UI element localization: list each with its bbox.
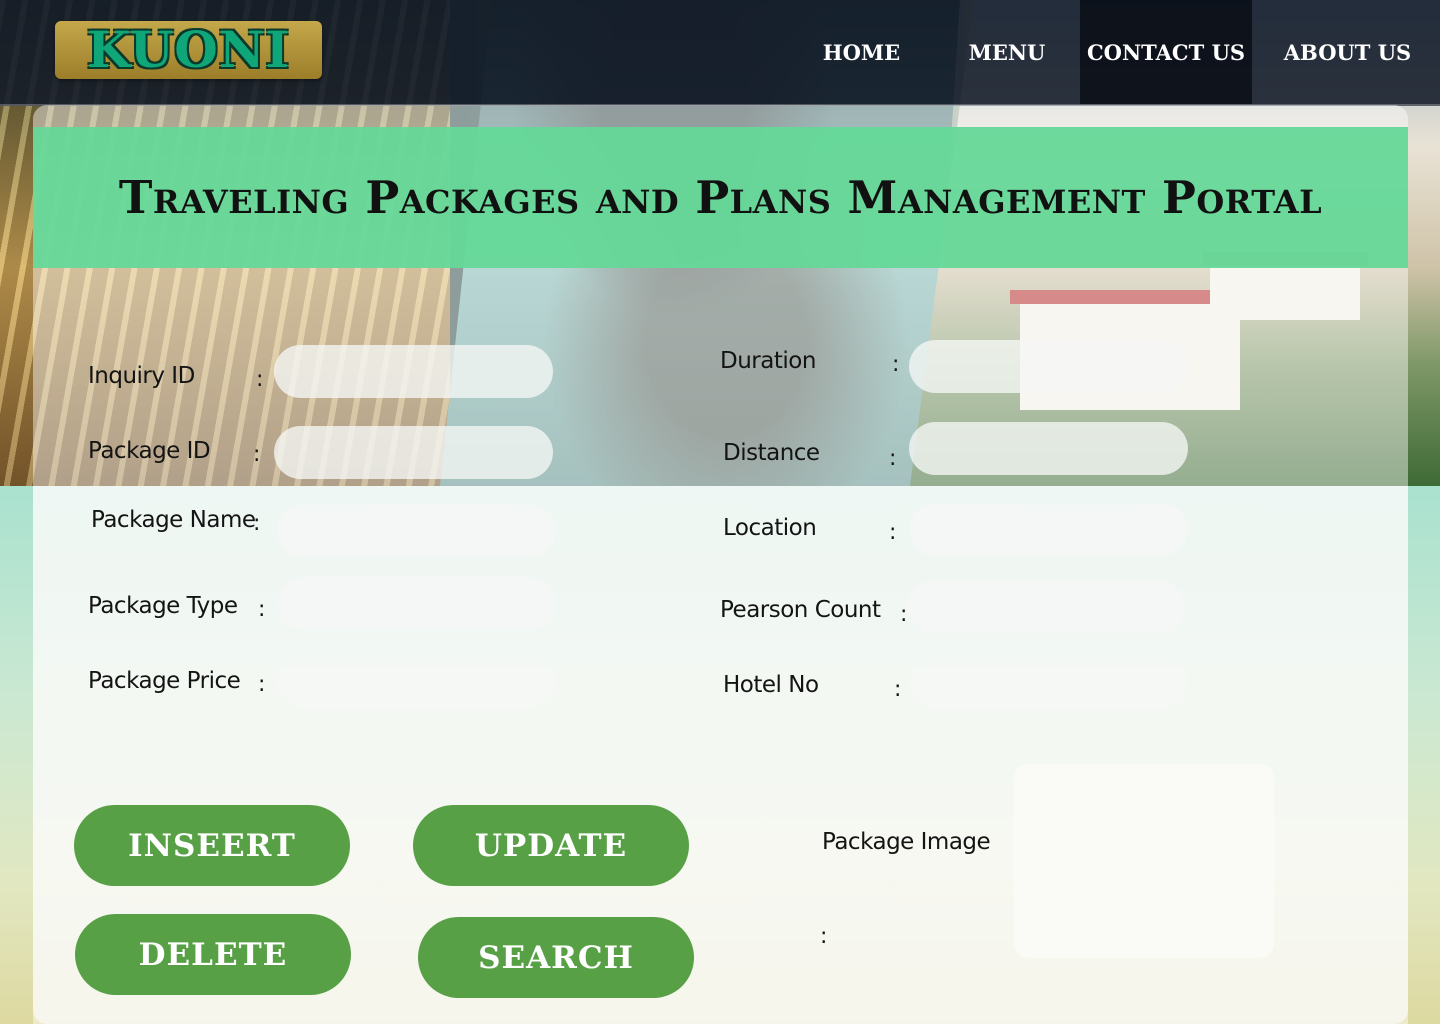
logo-text: KUONI	[87, 20, 290, 79]
nav-about-link[interactable]: ABOUT US	[1270, 0, 1425, 104]
pearson-count-input[interactable]	[906, 581, 1185, 634]
search-button[interactable]: SEARCH	[418, 917, 694, 998]
hotel-no-input[interactable]	[909, 656, 1188, 709]
package-id-label: Package ID	[88, 438, 211, 464]
inquiry-id-label: Inquiry ID	[88, 363, 195, 389]
duration-colon: :	[892, 352, 900, 377]
pearson-count-label: Pearson Count	[720, 597, 881, 623]
package-type-colon: :	[258, 597, 266, 622]
package-id-input[interactable]	[274, 426, 553, 479]
nav-home-link[interactable]: HOME	[800, 0, 923, 104]
inquiry-id-input[interactable]	[274, 345, 553, 398]
duration-input[interactable]	[909, 340, 1188, 393]
package-id-colon: :	[253, 442, 261, 467]
hotel-no-colon: :	[894, 677, 902, 702]
package-type-input[interactable]	[277, 577, 556, 630]
duration-label: Duration	[720, 348, 816, 374]
update-button[interactable]: UPDATE	[413, 805, 689, 886]
nav-contact-link[interactable]: CONTACT US	[1080, 0, 1252, 104]
hotel-no-label: Hotel No	[723, 672, 819, 698]
page-title: Traveling Packages and Plans Management …	[118, 171, 1323, 224]
insert-button[interactable]: INSEERT	[74, 805, 350, 886]
package-name-colon: :	[253, 511, 261, 536]
nav-menu-link[interactable]: MENU	[945, 0, 1069, 104]
location-colon: :	[889, 520, 897, 545]
location-input[interactable]	[909, 503, 1188, 556]
title-banner: Traveling Packages and Plans Management …	[33, 127, 1408, 268]
package-image-colon: :	[820, 924, 828, 949]
package-price-colon: :	[258, 672, 266, 697]
location-label: Location	[723, 515, 817, 541]
package-name-input[interactable]	[277, 504, 556, 557]
distance-colon: :	[889, 446, 897, 471]
package-image-upload[interactable]	[1014, 764, 1274, 958]
distance-input[interactable]	[909, 422, 1188, 475]
package-price-input[interactable]	[277, 656, 556, 709]
distance-label: Distance	[723, 440, 820, 466]
top-navbar: KUONI HOME MENU CONTACT US ABOUT US	[0, 0, 1440, 106]
package-image-label: Package Image	[822, 829, 991, 855]
package-price-label: Package Price	[88, 668, 241, 694]
package-type-label: Package Type	[88, 593, 238, 619]
delete-button[interactable]: DELETE	[75, 914, 351, 995]
kuoni-logo[interactable]: KUONI	[55, 21, 322, 79]
package-name-label: Package Name	[91, 507, 256, 533]
inquiry-id-colon: :	[256, 367, 264, 392]
